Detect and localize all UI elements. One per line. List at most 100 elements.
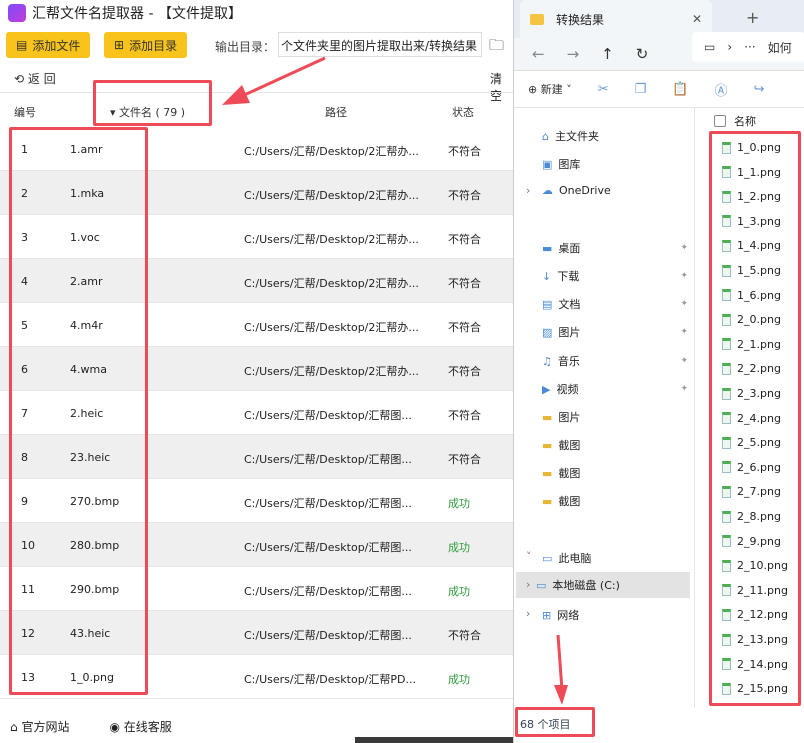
row-status: 不符合: [448, 409, 481, 422]
nav-item-label: 本地磁盘 (C:): [552, 579, 620, 592]
open-folder-icon[interactable]: 🗀: [489, 35, 504, 60]
document-icon: ▤: [542, 297, 553, 311]
expand-chevron-icon[interactable]: ›: [526, 607, 530, 620]
nav-item-label: 网络: [557, 609, 580, 622]
tab-conversion-result[interactable]: 转换结果 ✕: [520, 0, 712, 38]
expand-chevron-icon[interactable]: ›: [526, 184, 530, 197]
pc-icon: ▭: [542, 551, 553, 565]
nav-item[interactable]: ▬ 图片: [542, 409, 692, 425]
share-icon[interactable]: ↪: [753, 82, 764, 97]
nav-item[interactable]: ▶ 视频 ✦: [542, 381, 692, 397]
nav-item-label: 图片: [558, 411, 581, 424]
add-file-button[interactable]: ▤ 添加文件: [6, 32, 91, 58]
nav-item[interactable]: ▭ 此电脑: [542, 550, 692, 566]
site-label: 官方网站: [21, 719, 70, 734]
nav-item[interactable]: ↓ 下载 ✦: [542, 268, 692, 284]
new-label: 新建: [540, 83, 563, 96]
select-all-checkbox[interactable]: [714, 115, 726, 127]
monitor-icon: ▭: [704, 40, 716, 54]
nav-item[interactable]: ▬ 截图: [542, 493, 692, 509]
close-tab-icon[interactable]: ✕: [692, 12, 702, 26]
cut-icon[interactable]: ✂: [598, 82, 609, 97]
copy-icon[interactable]: ❐: [635, 82, 647, 97]
nav-item[interactable]: ▣ 图库: [542, 156, 692, 172]
back-button[interactable]: ⟲ 返 回: [14, 70, 56, 87]
nav-item-label: 截图: [558, 495, 581, 508]
highlight-files-box: [709, 131, 801, 706]
address-bar[interactable]: ▭ › ··· 如何: [692, 32, 804, 62]
row-path: C:/Users/汇帮/Desktop/2汇帮办...: [244, 189, 419, 202]
nav-item-label: 视频: [556, 383, 579, 396]
nav-item[interactable]: ♫ 音乐 ✦: [542, 353, 692, 369]
col-name-label: 名称: [734, 115, 756, 128]
official-site-link[interactable]: ⌂ 官方网站: [10, 718, 69, 735]
nav-item[interactable]: ▬ 截图: [542, 465, 692, 481]
new-button[interactable]: ⊕ 新建 ˅: [528, 81, 572, 97]
folder-icon: ▬: [542, 494, 553, 508]
back-label: 返 回: [27, 72, 56, 86]
output-dir-input[interactable]: 个文件夹里的图片提取出来/转换结果: [278, 32, 482, 57]
address-text: 如何: [767, 40, 792, 55]
expand-chevron-icon[interactable]: ˅: [526, 550, 532, 563]
row-status: 不符合: [448, 145, 481, 158]
expand-chevron-icon[interactable]: ›: [526, 578, 530, 591]
add-directory-button[interactable]: ⊞ 添加目录: [104, 32, 188, 58]
pin-icon: ✦: [680, 299, 688, 309]
nav-item-label: 下载: [557, 270, 580, 283]
row-status: 不符合: [448, 233, 481, 246]
file-icon: ▤: [16, 38, 28, 52]
nav-item-label: 音乐: [557, 355, 580, 368]
nav-item[interactable]: ▭ 本地磁盘 (C:): [516, 572, 690, 598]
folder-icon: ▬: [542, 410, 553, 424]
folder-icon: ▬: [542, 438, 553, 452]
up-arrow-icon[interactable]: ↑: [601, 45, 614, 63]
nav-item[interactable]: ▬ 截图: [542, 437, 692, 453]
forward-arrow-icon[interactable]: →: [567, 45, 580, 63]
name-column-header[interactable]: 名称: [714, 113, 756, 129]
online-support-link[interactable]: ◉ 在线客服: [109, 718, 171, 735]
extractor-app: 汇帮文件名提取器 - 【文件提取】 ▤ 添加文件 ⊞ 添加目录 输出目录： 个文件夹…: [0, 0, 513, 743]
pin-icon: ✦: [680, 356, 688, 366]
paste-icon[interactable]: 📋: [672, 82, 688, 97]
row-path: C:/Users/汇帮/Desktop/汇帮图...: [244, 409, 412, 422]
nav-item[interactable]: ⌂ 主文件夹: [542, 128, 692, 144]
file-explorer: 转换结果 ✕ + ← → ↑ ↻ ▭ › ··· 如何 ⊕ 新建 ˅ ✂ ❐ 📋 Ⓐ ↪ ⌂ 主文件夹 ▣…: [513, 0, 804, 743]
row-status: 不符合: [448, 277, 481, 290]
nav-item[interactable]: ⊞ 网络: [542, 607, 692, 623]
pin-icon: ✦: [680, 384, 688, 394]
app-title: 汇帮文件名提取器 - 【文件提取】: [8, 3, 242, 23]
nav-item-label: 此电脑: [558, 552, 592, 565]
title-text: 汇帮文件名提取器 - 【文件提取】: [32, 6, 242, 22]
pin-icon: ✦: [680, 243, 688, 253]
row-path: C:/Users/汇帮/Desktop/汇帮图...: [244, 629, 412, 642]
rename-icon[interactable]: Ⓐ: [714, 80, 727, 99]
new-tab-icon[interactable]: +: [746, 8, 759, 27]
header-num[interactable]: 编号: [14, 104, 36, 120]
annotation-arrow-down: [554, 635, 568, 705]
highlight-count-box: [93, 80, 212, 126]
nav-item[interactable]: ▤ 文档 ✦: [542, 296, 692, 312]
nav-item[interactable]: ☁ OneDrive: [542, 184, 692, 197]
row-path: C:/Users/汇帮/Desktop/2汇帮办...: [244, 233, 419, 246]
row-status: 不符合: [448, 453, 481, 466]
refresh-icon[interactable]: ↻: [636, 45, 649, 63]
picture-icon: ▨: [542, 325, 553, 339]
row-status: 不符合: [448, 189, 481, 202]
row-status: 成功: [448, 541, 470, 554]
back-arrow-icon[interactable]: ←: [532, 45, 545, 63]
header-status[interactable]: 状态: [452, 104, 474, 120]
nav-item-label: 图片: [558, 326, 581, 339]
nav-item[interactable]: ▨ 图片 ✦: [542, 324, 692, 340]
download-icon: ↓: [542, 269, 552, 283]
nav-item-label: 桌面: [558, 242, 581, 255]
nav-item[interactable]: ▬ 桌面 ✦: [542, 240, 692, 256]
chevron-right-icon: ›: [727, 40, 733, 54]
music-icon: ♫: [542, 354, 552, 368]
row-path: C:/Users/汇帮/Desktop/2汇帮办...: [244, 145, 419, 158]
row-status: 成功: [448, 585, 470, 598]
cloud-icon: ☁: [542, 184, 553, 197]
app-logo-icon: [8, 4, 26, 22]
pane-divider: [694, 108, 695, 708]
ellipsis-icon: ···: [744, 40, 756, 54]
navigation-pane: ⌂ 主文件夹 ▣ 图库 ☁ OneDrive ▬ 桌面 ✦ ↓ 下载 ✦ ▤ 文档 ✦ ▨ 图片 ✦ ♫ 音乐 ✦ ▶ 视频…: [514, 108, 692, 708]
